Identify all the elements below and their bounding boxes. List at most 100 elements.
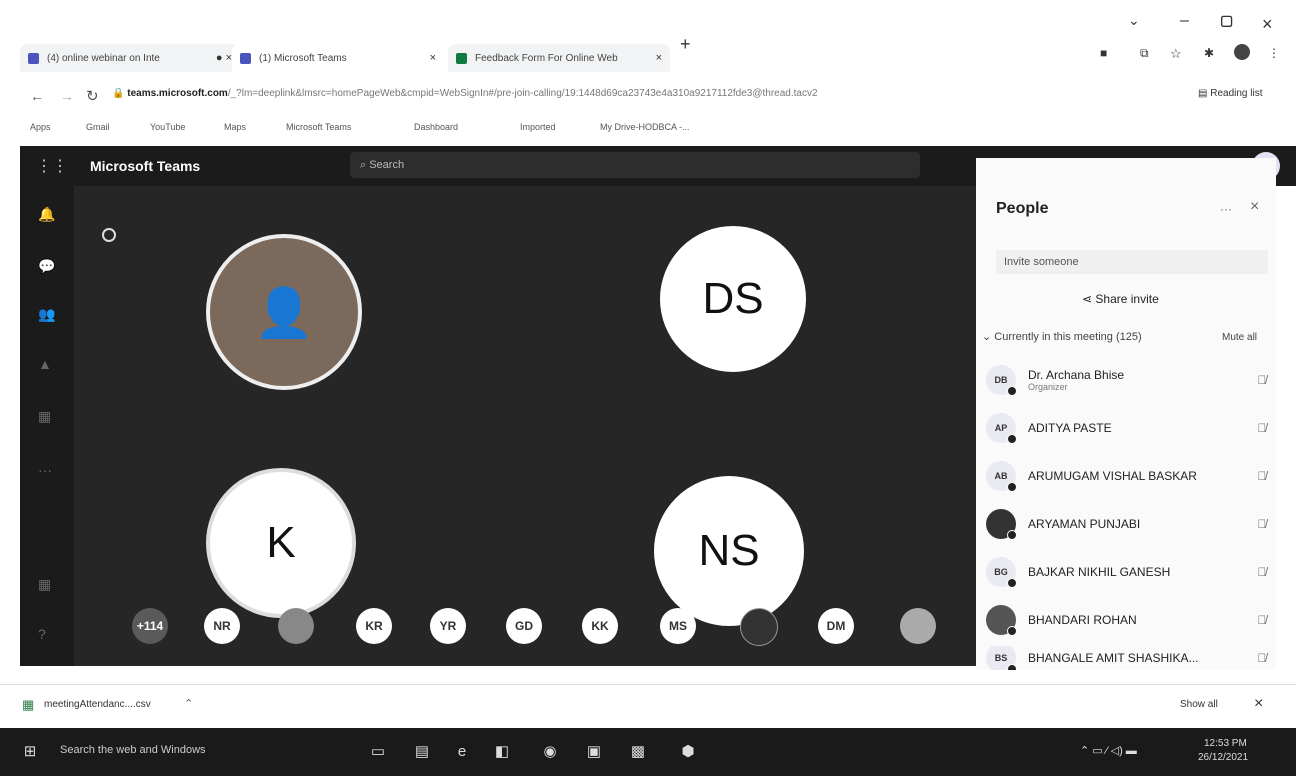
app-icon[interactable]: ▩ [628, 742, 648, 762]
speaker-video-tile[interactable]: 👤 [206, 234, 362, 390]
share-icon[interactable]: ⧉ [1140, 46, 1149, 61]
minimize-button[interactable]: – [1180, 12, 1189, 30]
mic-muted-icon[interactable]: 🎙̸ [1252, 613, 1272, 627]
share-icon: ⋖ [1082, 292, 1096, 306]
csv-file-icon: ▦ [22, 697, 35, 712]
close-downloads-button[interactable]: × [1254, 695, 1263, 713]
bookmark-my-drive[interactable]: My Drive-HODBCA -... [600, 122, 690, 132]
participant-avatar[interactable]: KR [356, 608, 392, 644]
bookmark-dashboard[interactable]: Dashboard [414, 122, 458, 132]
apps-icon[interactable]: ▦ [38, 576, 51, 593]
chat-icon[interactable]: 💬 [38, 258, 55, 275]
participant-role: Organizer [1028, 382, 1068, 392]
teams-icon[interactable]: 👥 [38, 306, 55, 323]
activity-icon[interactable]: 🔔 [38, 206, 55, 223]
close-icon[interactable]: × [656, 52, 662, 64]
bookmark-gmail[interactable]: Gmail [86, 122, 110, 132]
mic-muted-icon[interactable]: 🎙̸ [1252, 469, 1272, 483]
forward-icon[interactable]: → [60, 88, 74, 104]
search-input[interactable]: ⌕ Search [350, 152, 920, 178]
participant-tile-k[interactable]: K [206, 468, 356, 618]
clock-date[interactable]: 26/12/2021 [1198, 752, 1248, 763]
participant-avatar[interactable]: GD [506, 608, 542, 644]
close-icon[interactable]: × [430, 52, 436, 64]
app-icon[interactable]: ▣ [584, 742, 604, 762]
share-invite-button[interactable]: ⋖ Share invite [1082, 292, 1159, 306]
teams-taskbar-icon[interactable]: ⬢ [678, 742, 698, 762]
meeting-section-header[interactable]: ⌄ Currently in this meeting (125) [982, 330, 1142, 343]
url-field[interactable]: 🔒 teams.microsoft.com/_?lm=deeplink&lmsr… [112, 88, 1032, 106]
mic-muted-icon[interactable]: 🎙̸ [1252, 651, 1272, 665]
participant-avatar[interactable]: MS [660, 608, 696, 644]
participant-photo-avatar[interactable] [278, 608, 314, 644]
reading-list-button[interactable]: ▤ Reading list [1198, 88, 1263, 99]
mic-muted-icon[interactable]: 🎙̸ [1252, 373, 1272, 387]
participant-photo-avatar[interactable] [900, 608, 936, 644]
tab-feedback-form[interactable]: Feedback Form For Online Web × [448, 44, 670, 72]
participant-row[interactable]: ARYAMAN PUNJABI 🎙̸ [986, 504, 1272, 544]
close-window-button[interactable]: × [1262, 14, 1273, 35]
more-apps-icon[interactable]: ··· [38, 462, 52, 478]
participant-photo-avatar[interactable] [740, 608, 778, 646]
system-tray-icons[interactable]: ⌃ ▭ ⁄ ◁) ▬ [1080, 744, 1137, 757]
bookmark-apps[interactable]: Apps [30, 122, 51, 132]
participant-row[interactable]: BS BHANGALE AMIT SHASHIKA... 🎙̸ [986, 646, 1272, 670]
invite-input[interactable]: Invite someone [996, 250, 1268, 274]
chrome-icon[interactable]: ◉ [540, 742, 560, 762]
tab-microsoft-teams[interactable]: (1) Microsoft Teams × [232, 44, 444, 72]
participant-tile-ds[interactable]: DS [660, 226, 806, 372]
participant-row[interactable]: AB ARUMUGAM VISHAL BASKAR 🎙̸ [986, 456, 1272, 496]
participant-row[interactable]: AP ADITYA PASTE 🎙̸ [986, 408, 1272, 448]
menu-icon[interactable]: ⋮ [1268, 46, 1280, 60]
mic-muted-icon[interactable]: 🎙̸ [1252, 421, 1272, 435]
bookmark-teams[interactable]: Microsoft Teams [286, 122, 351, 132]
back-icon[interactable]: ← [30, 88, 44, 104]
url-host: teams.microsoft.com [127, 88, 228, 99]
app-launcher-icon[interactable]: ⋮⋮ [36, 156, 68, 176]
bookmark-imported[interactable]: Imported [520, 122, 556, 132]
close-icon[interactable]: ● × [216, 52, 232, 64]
avatar: AP [986, 413, 1017, 444]
maximize-button[interactable]: ▢ [1220, 12, 1233, 29]
participant-row[interactable]: BG BAJKAR NIKHIL GANESH 🎙̸ [986, 552, 1272, 592]
extensions-icon[interactable]: ✱ [1204, 46, 1214, 60]
mute-all-button[interactable]: Mute all [1222, 332, 1257, 343]
bookmark-youtube[interactable]: YouTube [150, 122, 185, 132]
participant-avatar[interactable]: DM [818, 608, 854, 644]
avatar-photo [986, 605, 1017, 636]
calendar-icon[interactable]: ▦ [38, 408, 51, 425]
windows-taskbar: ⊞ Search the web and Windows ▭ ▤ e ◧ ◉ ▣… [0, 728, 1296, 776]
camera-icon[interactable]: ■ [1100, 46, 1107, 60]
reload-icon[interactable]: ↻ [86, 87, 99, 105]
chevron-up-icon[interactable]: ⌃ [184, 697, 193, 710]
tab-webinar[interactable]: (4) online webinar on Inte ● × [20, 44, 240, 72]
participant-avatar[interactable]: KK [582, 608, 618, 644]
people-more-button[interactable]: ··· [1220, 202, 1232, 216]
new-tab-button[interactable]: + [680, 34, 691, 55]
avatar: BG [986, 557, 1017, 588]
participant-avatar[interactable]: NR [204, 608, 240, 644]
star-icon[interactable]: ☆ [1170, 46, 1182, 62]
bookmark-maps[interactable]: Maps [224, 122, 246, 132]
participant-row[interactable]: DB Dr. Archana Bhise Organizer 🎙̸ [986, 360, 1272, 400]
participant-avatar[interactable]: YR [430, 608, 466, 644]
taskbar-search-input[interactable]: Search the web and Windows [60, 744, 206, 756]
file-explorer-icon[interactable]: ▤ [412, 742, 432, 762]
windows-start-icon[interactable]: ⊞ [20, 742, 40, 762]
help-icon[interactable]: ? [38, 626, 46, 642]
download-file-name[interactable]: meetingAttendanc....csv [44, 699, 151, 710]
assignments-icon[interactable]: ▲ [38, 356, 52, 372]
mic-muted-icon[interactable]: 🎙̸ [1252, 517, 1272, 531]
mic-muted-icon[interactable]: 🎙̸ [1252, 565, 1272, 579]
task-view-icon[interactable]: ▭ [368, 742, 388, 762]
clock-time[interactable]: 12:53 PM [1204, 738, 1247, 749]
show-all-button[interactable]: Show all [1180, 699, 1218, 710]
store-icon[interactable]: ◧ [492, 742, 512, 762]
close-panel-button[interactable]: × [1250, 198, 1259, 216]
participant-row[interactable]: BHANDARI ROHAN 🎙̸ [986, 600, 1272, 640]
profile-avatar[interactable] [1234, 44, 1250, 60]
tab-search-dropdown-icon[interactable]: ⌄ [1128, 12, 1140, 29]
overflow-participants-badge[interactable]: +114 [132, 608, 168, 644]
participant-tile-ns[interactable]: NS [654, 476, 804, 626]
edge-icon[interactable]: e [452, 742, 472, 762]
